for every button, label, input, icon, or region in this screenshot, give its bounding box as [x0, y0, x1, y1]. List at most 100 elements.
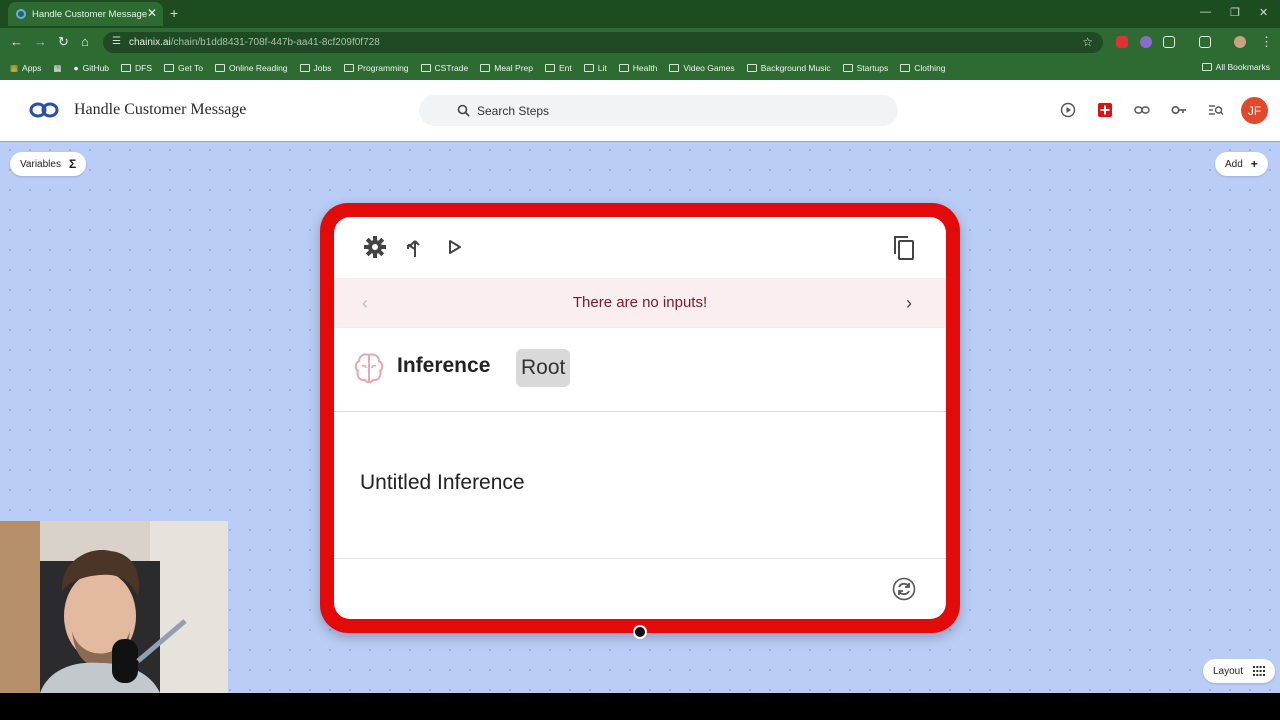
bookmark-folder[interactable]: Video Games	[669, 63, 735, 73]
restore-icon[interactable]: ❐	[1230, 6, 1240, 19]
node-output-port[interactable]	[633, 625, 647, 639]
bookmark-folder[interactable]: Clothing	[900, 63, 945, 73]
home-icon[interactable]: ⌂	[81, 34, 89, 49]
node-name[interactable]: Untitled Inference	[360, 471, 525, 495]
apps-grid-icon: ▦	[10, 62, 19, 73]
chainix-logo-icon	[29, 102, 59, 118]
grid-layout-icon	[1253, 666, 1266, 676]
folder-icon	[618, 64, 629, 72]
site-info-icon[interactable]: ☰	[112, 36, 121, 47]
extension-icon[interactable]	[1140, 36, 1152, 48]
branch-icon[interactable]	[404, 235, 424, 259]
bookmark-label: Get To	[178, 63, 203, 73]
node-body: ‹ There are no inputs! › Inference Root …	[334, 217, 946, 619]
url-path: /chain/b1dd8431-708f-447b-aa41-8cf209f0f…	[170, 37, 380, 48]
bookmark-label: Meal Prep	[494, 63, 533, 73]
play-icon[interactable]	[447, 235, 463, 259]
bookmark-folder[interactable]: Get To	[164, 63, 203, 73]
tab-bar: Handle Customer Message ✕ + — ❐ ✕	[0, 0, 1280, 28]
reload-icon[interactable]: ↻	[58, 34, 69, 50]
bookmark-grid[interactable]: ▦	[53, 63, 61, 74]
bookmark-label: GitHub	[82, 63, 110, 73]
browser-tab[interactable]: Handle Customer Message ✕	[8, 2, 163, 26]
close-window-icon[interactable]: ✕	[1259, 6, 1268, 19]
webcam-overlay	[0, 521, 228, 693]
browser-window: Handle Customer Message ✕ + — ❐ ✕ ← → ↻ …	[0, 0, 1280, 693]
bookmark-label: Lit	[597, 63, 607, 73]
search-input[interactable]: Search Steps	[419, 95, 898, 126]
address-toolbar: ← → ↻ ⌂ ☰ chainix.ai/chain/b1dd8431-708f…	[0, 28, 1280, 56]
bookmark-folder[interactable]: Health	[618, 63, 658, 73]
folder-icon	[669, 64, 680, 72]
tab-title: Handle Customer Message	[32, 8, 148, 20]
folder-icon	[900, 64, 911, 72]
refresh-icon[interactable]	[892, 577, 916, 601]
adblock-extension-icon[interactable]	[1116, 36, 1128, 48]
browser-menu-icon[interactable]: ⋮	[1260, 34, 1273, 50]
avatar[interactable]: JF	[1241, 97, 1268, 124]
letterbox-bar	[0, 693, 1280, 720]
bookmark-label: Startups	[856, 63, 889, 73]
profile-icon[interactable]	[1234, 36, 1246, 48]
variables-label: Variables	[20, 158, 61, 170]
bookmark-folder[interactable]: Background Music	[746, 63, 831, 73]
link-icon[interactable]	[1134, 102, 1150, 118]
app-header: Handle Customer Message Search Steps JF	[0, 80, 1280, 142]
bookmark-label: DFS	[135, 63, 153, 73]
search-icon	[457, 104, 470, 117]
folder-icon	[842, 64, 853, 72]
folder-icon	[164, 64, 175, 72]
bookmark-label: Jobs	[313, 63, 332, 73]
root-badge: Root	[516, 349, 571, 387]
node-title-row: Inference Root	[334, 328, 946, 412]
add-button[interactable]: Add +	[1215, 152, 1268, 176]
back-icon[interactable]: ←	[10, 34, 23, 49]
bookmark-folder[interactable]: Programming	[343, 63, 409, 73]
extensions-puzzle-icon[interactable]	[1163, 36, 1175, 48]
close-tab-icon[interactable]: ✕	[147, 6, 157, 20]
bookmarks-bar: ▦ Apps ▦ ● GitHub DFS Get To Online Readin…	[0, 56, 1280, 80]
tab-favicon-icon	[16, 9, 26, 19]
bookmark-label: Video Games	[683, 63, 735, 73]
sigma-icon: Σ	[68, 157, 77, 171]
bookmark-folder[interactable]: Startups	[842, 63, 889, 73]
gear-icon[interactable]	[363, 235, 387, 259]
copy-icon[interactable]	[892, 235, 916, 261]
bookmark-folder[interactable]: DFS	[121, 63, 152, 73]
grid-icon: ▦	[53, 62, 62, 73]
key-icon[interactable]	[1171, 102, 1187, 118]
folder-icon	[299, 64, 310, 72]
webcam-person-image	[0, 521, 228, 693]
bookmark-github[interactable]: ● GitHub	[73, 63, 109, 73]
search-list-icon[interactable]	[1208, 102, 1224, 118]
bookmark-star-icon[interactable]: ☆	[1082, 35, 1093, 49]
side-panel-icon[interactable]	[1199, 36, 1211, 48]
variables-button[interactable]: Variables Σ	[10, 152, 87, 176]
bookmark-folder[interactable]: Meal Prep	[480, 63, 533, 73]
bookmark-apps[interactable]: ▦ Apps	[10, 63, 41, 74]
bookmark-label: Health	[632, 63, 658, 73]
page-title: Handle Customer Message	[74, 101, 247, 118]
bookmark-label: CSTrade	[434, 63, 469, 73]
bookmark-folder[interactable]: Jobs	[299, 63, 332, 73]
node-footer-divider	[334, 558, 946, 559]
node-toolbar	[334, 217, 946, 278]
bookmark-folder[interactable]: Ent	[545, 63, 572, 73]
layout-button[interactable]: Layout	[1203, 659, 1276, 683]
minimize-icon[interactable]: —	[1200, 6, 1211, 18]
new-tab-icon[interactable]: +	[170, 5, 178, 21]
bookmark-folder[interactable]: Lit	[583, 63, 607, 73]
inference-node[interactable]: ‹ There are no inputs! › Inference Root …	[320, 203, 960, 633]
url-host: chainix.ai	[129, 37, 171, 48]
all-bookmarks[interactable]: All Bookmarks	[1201, 62, 1270, 72]
health-plus-icon[interactable]	[1097, 102, 1113, 118]
bookmark-label: Ent	[559, 63, 572, 73]
run-chain-icon[interactable]	[1060, 102, 1076, 118]
inputs-banner: ‹ There are no inputs! ›	[334, 278, 946, 328]
bookmark-folder[interactable]: Online Reading	[214, 63, 288, 73]
bookmark-folder[interactable]: CSTrade	[420, 63, 469, 73]
forward-icon[interactable]: →	[34, 34, 47, 49]
chevron-right-icon[interactable]: ›	[906, 293, 912, 314]
url-bar[interactable]: ☰ chainix.ai/chain/b1dd8431-708f-447b-aa…	[103, 32, 1103, 53]
bookmark-label: Apps	[22, 63, 42, 73]
